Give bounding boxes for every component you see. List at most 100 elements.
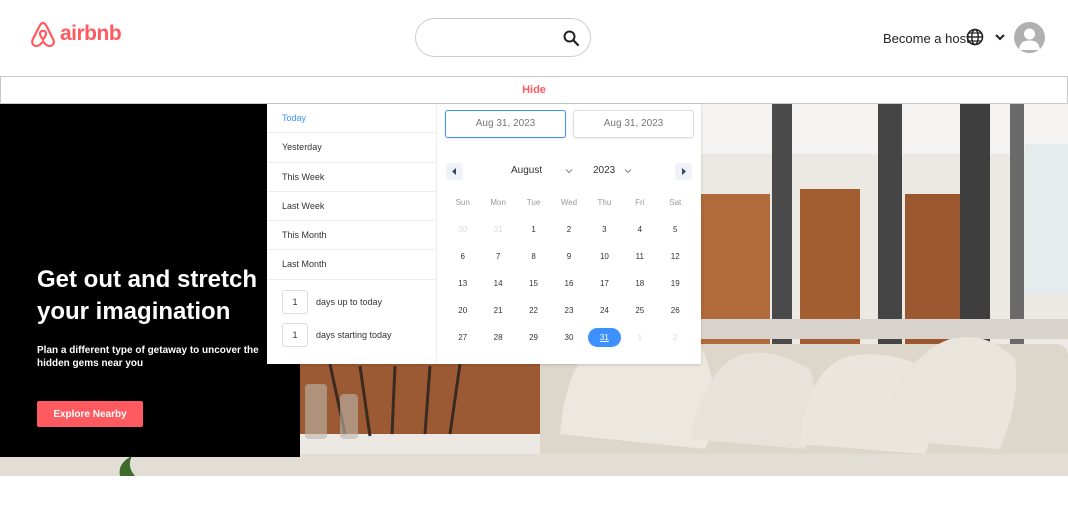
- avatar[interactable]: [1014, 22, 1045, 53]
- day-number: 10: [599, 252, 609, 261]
- day-cell[interactable]: 27: [445, 324, 480, 351]
- hide-button[interactable]: Hide: [522, 84, 546, 96]
- day-cell[interactable]: 1: [622, 324, 657, 351]
- day-cell[interactable]: 26: [658, 297, 693, 324]
- day-cell[interactable]: 9: [551, 243, 586, 270]
- day-number: 27: [458, 333, 468, 342]
- day-cell[interactable]: 19: [658, 270, 693, 297]
- search-icon[interactable]: [562, 29, 580, 47]
- day-cell-selected[interactable]: 31: [587, 324, 622, 351]
- day-number: 30: [564, 333, 574, 342]
- days-up-to-today-input[interactable]: [282, 290, 308, 314]
- month-select[interactable]: August: [511, 165, 542, 176]
- globe-icon[interactable]: [966, 28, 984, 46]
- day-cell[interactable]: 28: [480, 324, 515, 351]
- day-number: 2: [673, 333, 678, 342]
- days-starting-today-input[interactable]: [282, 323, 308, 347]
- day-number: 4: [637, 225, 643, 234]
- user-icon: [1019, 28, 1040, 50]
- day-cell[interactable]: 12: [658, 243, 693, 270]
- range-item[interactable]: Last Month: [267, 250, 436, 280]
- day-cell[interactable]: 11: [622, 243, 657, 270]
- chevron-down-icon: [624, 169, 632, 174]
- prev-month-button[interactable]: [446, 163, 463, 180]
- day-cell[interactable]: 13: [445, 270, 480, 297]
- day-number: 13: [458, 279, 468, 288]
- promo-panel: Get out and stretch your imagination Pla…: [0, 104, 300, 457]
- day-cell[interactable]: 4: [622, 216, 657, 243]
- day-number: 23: [564, 306, 574, 315]
- day-number: 9: [566, 252, 572, 261]
- day-number: 31: [587, 328, 621, 347]
- day-number: 14: [493, 279, 503, 288]
- year-select[interactable]: 2023: [593, 165, 615, 176]
- range-item[interactable]: Last Week: [267, 192, 436, 222]
- weekday-row: Sun Mon Tue Wed Thu Fri Sat: [445, 198, 693, 207]
- day-number: 30: [458, 225, 468, 234]
- day-cell[interactable]: 6: [445, 243, 480, 270]
- next-month-button[interactable]: [675, 163, 692, 180]
- day-number: 26: [670, 306, 680, 315]
- day-cell[interactable]: 8: [516, 243, 551, 270]
- day-cell[interactable]: 3: [587, 216, 622, 243]
- day-cell[interactable]: 29: [516, 324, 551, 351]
- start-date-display[interactable]: Aug 31, 2023: [445, 110, 566, 138]
- static-ranges: Today Yesterday This Week Last Week This Mon…: [267, 104, 437, 364]
- chevron-down-icon[interactable]: [994, 31, 1006, 43]
- day-number: 6: [460, 252, 465, 261]
- day-number: 2: [566, 225, 572, 234]
- header: airbnb Become a host: [0, 0, 1068, 76]
- page: airbnb Become a host Hide Get out and st…: [0, 0, 1068, 509]
- weekday-label: Sat: [669, 198, 682, 207]
- logo[interactable]: airbnb: [30, 20, 122, 48]
- range-item[interactable]: This Month: [267, 221, 436, 251]
- day-cell[interactable]: 17: [587, 270, 622, 297]
- range-item[interactable]: Today: [267, 104, 436, 134]
- chevron-down-icon: [565, 169, 573, 174]
- hero-title: Get out and stretch your imagination: [37, 266, 258, 325]
- day-number: 12: [670, 252, 680, 261]
- day-cell[interactable]: 2: [551, 216, 586, 243]
- search-input[interactable]: [430, 28, 560, 48]
- calendar: Aug 31, 2023 Aug 31, 2023 August 2023 Su…: [437, 104, 701, 364]
- day-cell[interactable]: 30: [445, 216, 480, 243]
- range-item[interactable]: This Week: [267, 163, 436, 192]
- day-number: 11: [635, 252, 644, 261]
- day-cell[interactable]: 24: [587, 297, 622, 324]
- weekday-label: Wed: [560, 198, 578, 207]
- weekday-label: Fri: [635, 198, 645, 207]
- day-number: 16: [564, 279, 574, 288]
- day-cell[interactable]: 23: [551, 297, 586, 324]
- day-cell[interactable]: 14: [480, 270, 515, 297]
- day-number: 8: [531, 252, 536, 261]
- days-up-to-today-label: days up to today: [316, 297, 383, 307]
- range-item[interactable]: Yesterday: [267, 133, 436, 163]
- day-cell[interactable]: 16: [551, 270, 586, 297]
- day-number: 17: [599, 279, 609, 288]
- day-cell[interactable]: 15: [516, 270, 551, 297]
- input-range-starting-today: days starting today: [282, 323, 392, 347]
- day-cell[interactable]: 7: [480, 243, 515, 270]
- airbnb-logo-icon: [31, 21, 55, 48]
- become-a-host-link[interactable]: Become a host: [883, 31, 970, 46]
- day-number: 21: [493, 306, 503, 315]
- day-number: 7: [495, 252, 501, 261]
- day-cell[interactable]: 5: [658, 216, 693, 243]
- day-cell[interactable]: 18: [622, 270, 657, 297]
- day-cell[interactable]: 10: [587, 243, 622, 270]
- day-cell[interactable]: 30: [551, 324, 586, 351]
- day-cell[interactable]: 1: [516, 216, 551, 243]
- day-cell[interactable]: 21: [480, 297, 515, 324]
- hide-bar: Hide: [0, 76, 1068, 104]
- day-cell[interactable]: 31: [480, 216, 515, 243]
- day-number: 22: [529, 306, 538, 315]
- end-date-display[interactable]: Aug 31, 2023: [573, 110, 694, 138]
- day-cell[interactable]: 25: [622, 297, 657, 324]
- weekday-label: Mon: [490, 198, 506, 207]
- day-cell[interactable]: 2: [658, 324, 693, 351]
- day-number: 29: [529, 333, 538, 342]
- hero-subtitle: Plan a different type of getaway to unco…: [37, 345, 259, 369]
- day-cell[interactable]: 20: [445, 297, 480, 324]
- day-cell[interactable]: 22: [516, 297, 551, 324]
- explore-nearby-button[interactable]: Explore Nearby: [37, 401, 143, 427]
